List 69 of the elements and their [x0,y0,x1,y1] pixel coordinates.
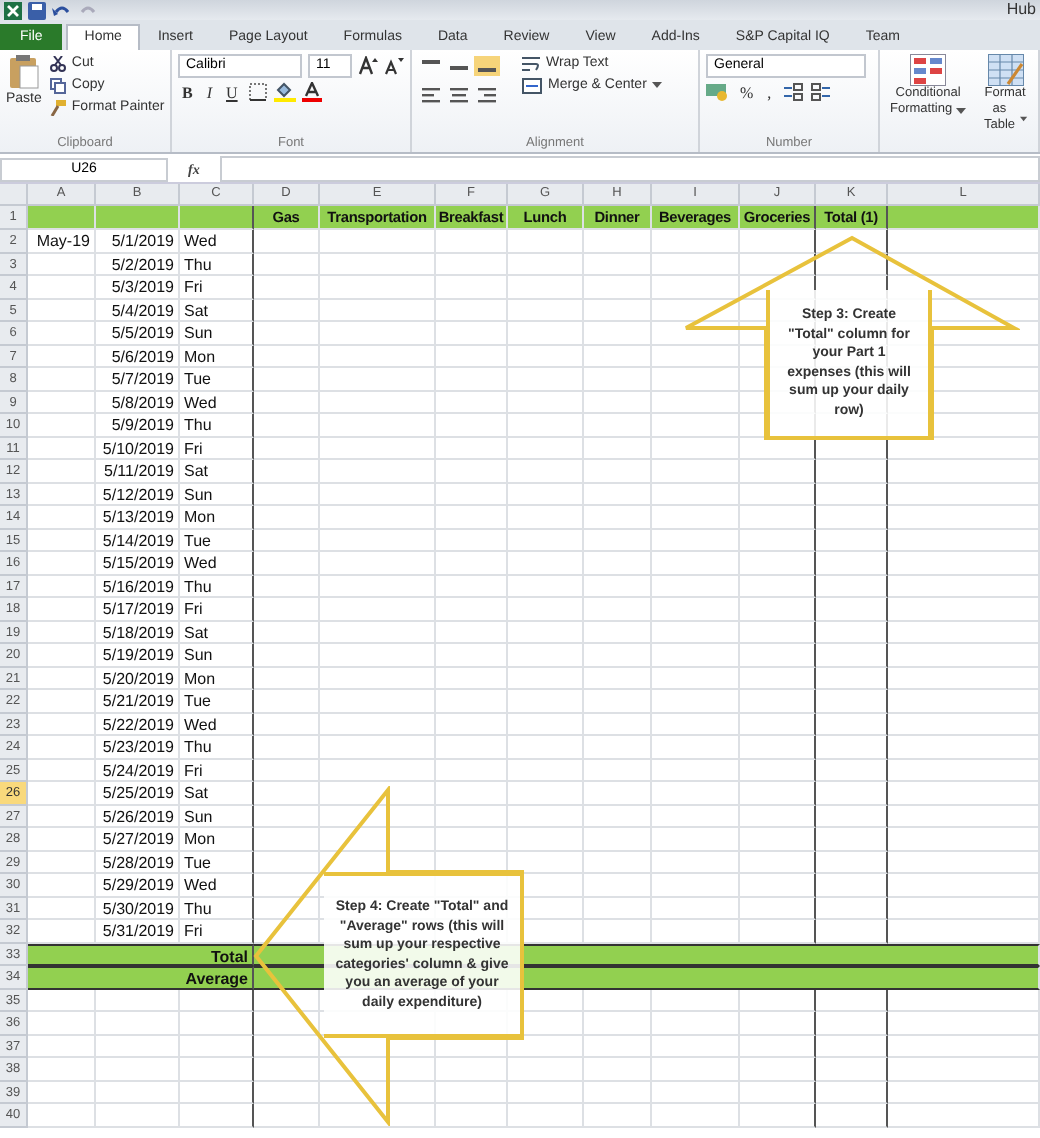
table-cell: 5/24/2019 [96,759,180,782]
table-cell: Mon [180,345,254,368]
bold-button[interactable]: B [178,83,197,101]
comma-button[interactable]: , [763,83,776,101]
table-cell: Sat [180,621,254,644]
table-cell: 5/26/2019 [96,805,180,828]
table-cell: 5/8/2019 [96,391,180,414]
table-cell: 5/29/2019 [96,874,180,897]
table-cell: May-19 [28,230,96,253]
table-cell: 5/18/2019 [96,621,180,644]
table-cell: Thu [180,897,254,920]
table-cell: 5/4/2019 [96,299,180,322]
table-cell: 5/10/2019 [96,437,180,460]
table-cell: Wed [180,391,254,414]
table-cell: Sat [180,782,254,805]
table-cell: 5/2/2019 [96,253,180,276]
table-cell: 5/7/2019 [96,368,180,391]
table-cell: 5/19/2019 [96,644,180,667]
table-cell: Mon [180,828,254,851]
underline-button[interactable]: U [222,83,242,101]
table-cell: Mon [180,667,254,690]
table-cell: 5/13/2019 [96,506,180,529]
table-cell: Wed [180,230,254,253]
table-cell: 5/6/2019 [96,345,180,368]
table-cell: 5/20/2019 [96,667,180,690]
table-cell: Sat [180,460,254,483]
table-cell: Sun [180,644,254,667]
table-cell: 5/22/2019 [96,713,180,736]
table-cell: Thu [180,414,254,437]
table-cell: Fri [180,598,254,621]
table-cell: Sun [180,322,254,345]
table-cell: 5/12/2019 [96,483,180,506]
table-cell: 5/30/2019 [96,897,180,920]
table-cell: Tue [180,851,254,874]
table-cell: 5/1/2019 [96,230,180,253]
table-cell: Thu [180,736,254,759]
table-cell: Fri [180,759,254,782]
percent-button[interactable]: % [736,83,758,101]
table-cell: Total [28,943,254,966]
window-title: Hub [1006,0,1036,20]
table-cell: Tue [180,529,254,552]
table-cell: 5/9/2019 [96,414,180,437]
table-cell: Sat [180,299,254,322]
table-cell: Mon [180,506,254,529]
table-cell: Wed [180,874,254,897]
table-cell: 5/16/2019 [96,575,180,598]
table-cell: Sun [180,805,254,828]
table-cell: Thu [180,575,254,598]
table-cell: Sun [180,483,254,506]
italic-button[interactable]: I [202,83,217,101]
table-cell: 5/27/2019 [96,828,180,851]
table-cell: Average [28,966,254,989]
table-cell: 5/3/2019 [96,276,180,299]
table-cell: Wed [180,552,254,575]
table-cell: 5/17/2019 [96,598,180,621]
table-cell: Thu [180,253,254,276]
table-cell: 5/5/2019 [96,322,180,345]
table-cell: 5/23/2019 [96,736,180,759]
table-cell: Fri [180,437,254,460]
table-cell: Fri [180,276,254,299]
table-cell: 5/28/2019 [96,851,180,874]
table-cell: Tue [180,690,254,713]
table-cell: 5/25/2019 [96,782,180,805]
table-cell: Tue [180,368,254,391]
table-cell: Wed [180,713,254,736]
table-cell: 5/15/2019 [96,552,180,575]
table-cell: 5/14/2019 [96,529,180,552]
table-cell: 5/21/2019 [96,690,180,713]
table-cell: 5/11/2019 [96,460,180,483]
